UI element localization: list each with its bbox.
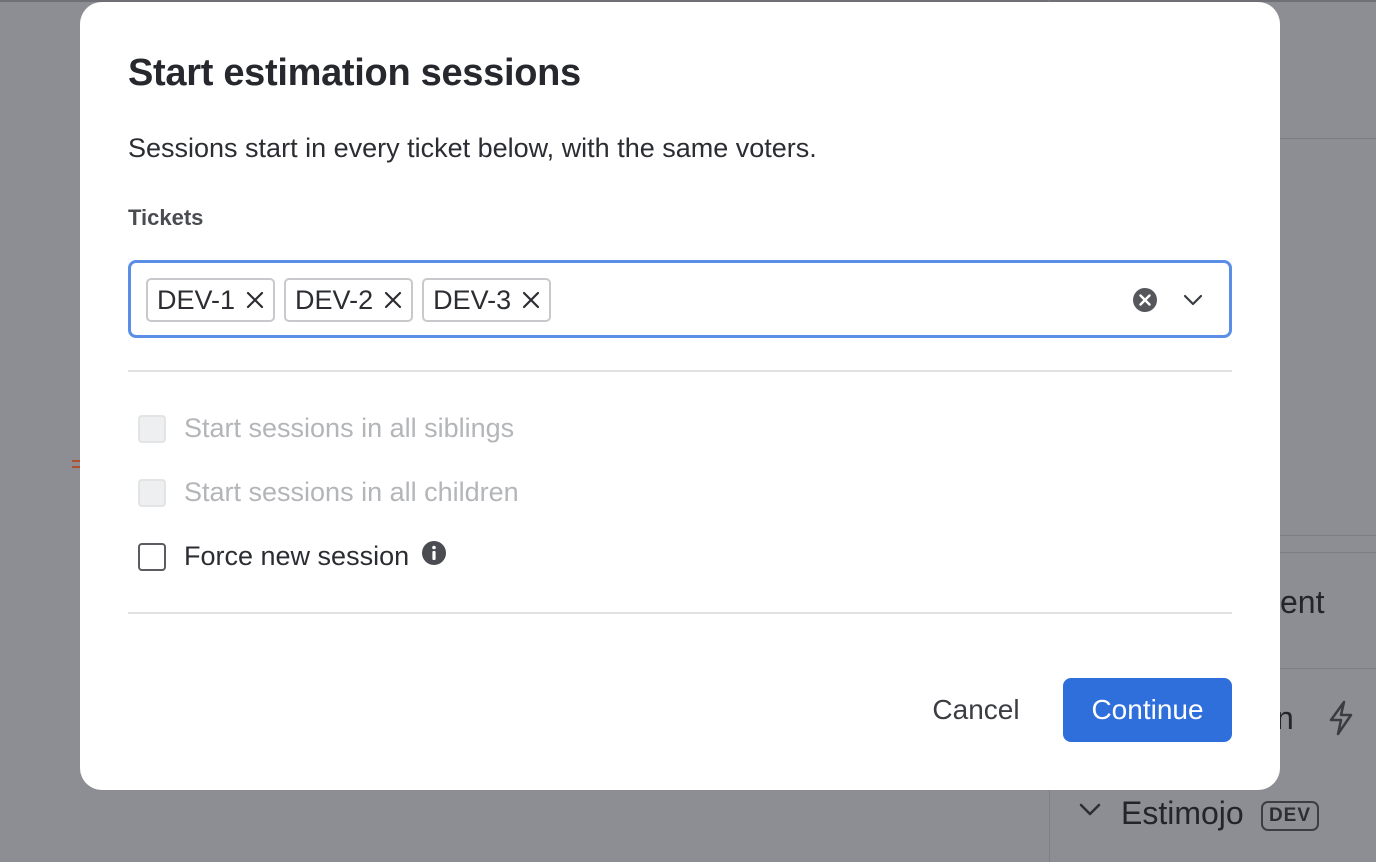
ticket-chip: DEV-1 xyxy=(146,278,276,322)
option-siblings: Start sessions in all siblings xyxy=(138,413,514,444)
section-divider xyxy=(128,612,1232,614)
ticket-chip-label: DEV-1 xyxy=(157,284,236,315)
continue-button[interactable]: Continue xyxy=(1063,678,1232,742)
force-new-session-label: Force new session xyxy=(184,541,410,571)
info-icon[interactable] xyxy=(421,540,447,566)
option-children: Start sessions in all children xyxy=(138,477,519,508)
project-name: Estimojo xyxy=(1121,795,1244,831)
ticket-chip-label: DEV-2 xyxy=(295,284,374,315)
start-sessions-dialog: Start estimation sessions Sessions start… xyxy=(80,2,1280,790)
chevron-down-icon[interactable] xyxy=(1182,291,1204,309)
background-heading-fragment: ent xyxy=(1280,584,1325,620)
dialog-title: Start estimation sessions xyxy=(128,52,581,94)
children-checkbox[interactable] xyxy=(138,478,166,507)
dialog-description: Sessions start in every ticket below, wi… xyxy=(128,133,817,163)
section-divider xyxy=(128,370,1232,372)
option-force-new: Force new session xyxy=(138,540,447,572)
project-badge: DEV xyxy=(1261,801,1319,831)
clear-circle-icon[interactable] xyxy=(1132,287,1158,313)
close-icon[interactable] xyxy=(245,290,265,310)
ticket-chip-label: DEV-3 xyxy=(433,284,512,315)
children-label: Start sessions in all children xyxy=(184,477,519,507)
ticket-chips: DEV-1 DEV-2 DEV-3 xyxy=(146,278,552,322)
close-icon[interactable] xyxy=(521,290,541,310)
siblings-label: Start sessions in all siblings xyxy=(184,413,515,443)
ticket-chip: DEV-2 xyxy=(284,278,414,322)
tickets-label: Tickets xyxy=(128,205,204,230)
tickets-multiselect[interactable]: DEV-1 DEV-2 DEV-3 xyxy=(128,260,1232,338)
ticket-chip: DEV-3 xyxy=(422,278,552,322)
lightning-icon xyxy=(1329,700,1353,736)
chevron-down-icon xyxy=(1079,803,1101,816)
siblings-checkbox[interactable] xyxy=(138,414,166,443)
close-icon[interactable] xyxy=(383,290,403,310)
force-new-session-checkbox[interactable] xyxy=(138,542,166,571)
cancel-button[interactable]: Cancel xyxy=(910,678,1042,742)
